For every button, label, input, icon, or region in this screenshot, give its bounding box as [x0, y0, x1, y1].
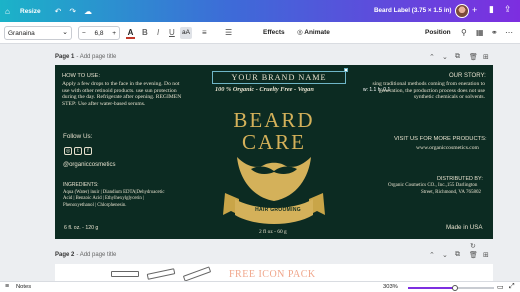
follow-us-heading[interactable]: Follow Us:	[63, 133, 92, 141]
top-bar: ⌂ Resize ↶ ↷ ☁ Beard Label (3.75 × 1.5 i…	[0, 0, 520, 22]
link-icon[interactable]: ⚭	[491, 27, 498, 39]
animate-button[interactable]: ◎ Animate	[297, 27, 330, 39]
effects-button[interactable]: Effects	[263, 27, 285, 39]
paint-roller-icon[interactable]: ⚲	[461, 27, 467, 39]
our-story-heading[interactable]: OUR STORY:	[449, 73, 486, 80]
brand-name[interactable]: YOUR BRAND NAME	[231, 73, 326, 82]
care-title[interactable]: CARE	[231, 131, 317, 154]
instagram-icon[interactable]: ◎	[64, 147, 72, 155]
animate-label: Animate	[304, 29, 330, 36]
italic-button[interactable]: I	[157, 27, 159, 39]
twitter-icon[interactable]: t	[74, 147, 82, 155]
add-page-icon[interactable]: ⊞	[483, 251, 489, 259]
page-2-number: Page 2	[55, 252, 75, 258]
home-icon[interactable]: ⌂	[5, 7, 17, 16]
distributed-by-heading[interactable]: DISTRIBUTED BY:	[437, 176, 483, 183]
duplicate-page-icon[interactable]: ⧉	[455, 53, 460, 61]
font-size-decrease-button[interactable]: −	[82, 30, 86, 37]
letter-case-button[interactable]: aA	[180, 27, 192, 39]
social-icons: ◎ t f	[64, 147, 92, 155]
undo-icon[interactable]: ↶	[55, 7, 62, 16]
chevron-up-icon[interactable]: ⌃	[429, 251, 435, 259]
transparency-icon[interactable]: ▦	[476, 27, 484, 39]
align-center-icon[interactable]: ≡	[202, 27, 207, 39]
more-icon[interactable]: ⋯	[505, 27, 513, 39]
avatar[interactable]	[455, 4, 469, 18]
redo-icon[interactable]: ↷	[69, 7, 76, 16]
mustache-graphic	[251, 166, 297, 174]
font-size-stepper[interactable]: − 6,8 +	[78, 26, 120, 40]
add-page-icon[interactable]: ⊞	[483, 53, 489, 61]
analytics-icon[interactable]: ▮	[489, 4, 494, 15]
ingredients-heading[interactable]: INGREDIENTS:	[63, 182, 99, 189]
bottom-bar: ≡ Notes 303% ▭ ⤢	[0, 281, 520, 292]
share-icon[interactable]: ⇪	[504, 4, 512, 15]
website-url[interactable]: www.organiccosmetics.com	[416, 145, 479, 152]
zoom-slider[interactable]	[408, 287, 494, 289]
zoom-slider-handle[interactable]	[452, 285, 459, 291]
resize-button[interactable]: Resize	[20, 8, 41, 15]
tagline[interactable]: 100 % Organic - Cruelty Free - Vegan	[215, 86, 314, 94]
free-icon-pack-title: FREE ICON PACK	[229, 269, 316, 280]
page-2-header: Page 2 - Add page title	[55, 250, 116, 260]
font-size-increase-button[interactable]: +	[112, 30, 116, 37]
font-family-value: Granaina	[8, 29, 35, 37]
social-handle[interactable]: @organiccosmetics	[63, 162, 115, 169]
notes-icon[interactable]: ≡	[5, 283, 9, 290]
notes-button[interactable]: Notes	[16, 284, 31, 290]
page-2-title-input[interactable]: - Add page title	[76, 252, 116, 258]
visit-us-heading[interactable]: VISIT US FOR MORE PRODUCTS:	[394, 136, 487, 143]
text-color-swatch	[126, 37, 135, 39]
font-size-value[interactable]: 6,8	[94, 30, 103, 37]
zoom-level[interactable]: 303%	[383, 284, 398, 290]
beard-title[interactable]: BEARD	[231, 109, 317, 132]
refresh-icon[interactable]: ↻	[470, 242, 476, 250]
resize-handle[interactable]	[344, 68, 348, 72]
text-color-button[interactable]: A	[126, 27, 135, 39]
razor-icon	[182, 266, 212, 282]
underline-button[interactable]: U	[169, 27, 175, 39]
beard-graphic	[237, 157, 311, 201]
chevron-down-icon[interactable]: ⌄	[442, 251, 448, 259]
page-1-title-input[interactable]: - Add page title	[76, 54, 116, 60]
list-icon[interactable]: ☰	[225, 27, 232, 39]
add-collaborator-button[interactable]: +	[472, 5, 477, 15]
hair-grooming-text[interactable]: HAIR GROOMING	[237, 207, 319, 213]
ingredients-text[interactable]: Aqua (Water) inuir | Diandium EDTA|Dehyd…	[63, 190, 173, 209]
made-in-usa[interactable]: Made in USA	[446, 224, 482, 232]
facebook-icon[interactable]: f	[84, 147, 92, 155]
text-toolbar: Granaina ⌄ − 6,8 + A B I U aA ≡ ☰ Effect…	[0, 22, 520, 44]
document-title[interactable]: Beard Label (3.75 × 1.5 in)	[374, 7, 452, 14]
net-weight-center[interactable]: 2 fl oz - 60 g	[259, 229, 287, 236]
distributor-address-line-1[interactable]: Organic Cosmetics CO., Inc.,155 Darlingt…	[388, 183, 477, 190]
distributor-address-line-2[interactable]: Street, Richmond, VA 765802	[421, 190, 481, 197]
chevron-down-icon: ⌄	[62, 29, 68, 36]
page-1-header: Page 1 - Add page title	[55, 52, 116, 62]
delete-page-icon[interactable]: 🗑	[469, 53, 478, 61]
how-to-use-heading[interactable]: HOW TO USE:	[62, 73, 100, 80]
page-grid-icon[interactable]: ▭	[497, 283, 504, 291]
fullscreen-icon[interactable]: ⤢	[509, 283, 515, 291]
duplicate-page-icon[interactable]: ⧉	[455, 251, 460, 259]
delete-page-icon[interactable]: 🗑	[469, 251, 478, 259]
net-weight-left[interactable]: 6 fl. oz. - 120 g	[64, 225, 98, 232]
razor-icon	[111, 271, 139, 277]
our-story-text[interactable]: sing traditional methods coming from ene…	[365, 81, 485, 101]
bold-button[interactable]: B	[142, 27, 148, 39]
beard-label-canvas[interactable]: HOW TO USE: Apply a few drops to the fac…	[55, 65, 493, 239]
cloud-save-icon[interactable]: ☁	[84, 7, 92, 16]
zoom-slider-fill	[408, 287, 456, 289]
chevron-down-icon[interactable]: ⌄	[442, 53, 448, 61]
font-family-select[interactable]: Granaina ⌄	[4, 26, 72, 40]
how-to-use-text[interactable]: Apply a few drops to the face in the eve…	[62, 81, 184, 108]
razor-icon	[146, 268, 176, 280]
chevron-up-icon[interactable]: ⌃	[429, 53, 435, 61]
position-button[interactable]: Position	[425, 27, 451, 39]
page-1-number: Page 1	[55, 54, 75, 60]
text-color-glyph: A	[127, 28, 134, 37]
brand-name-selection[interactable]: YOUR BRAND NAME	[212, 71, 346, 84]
